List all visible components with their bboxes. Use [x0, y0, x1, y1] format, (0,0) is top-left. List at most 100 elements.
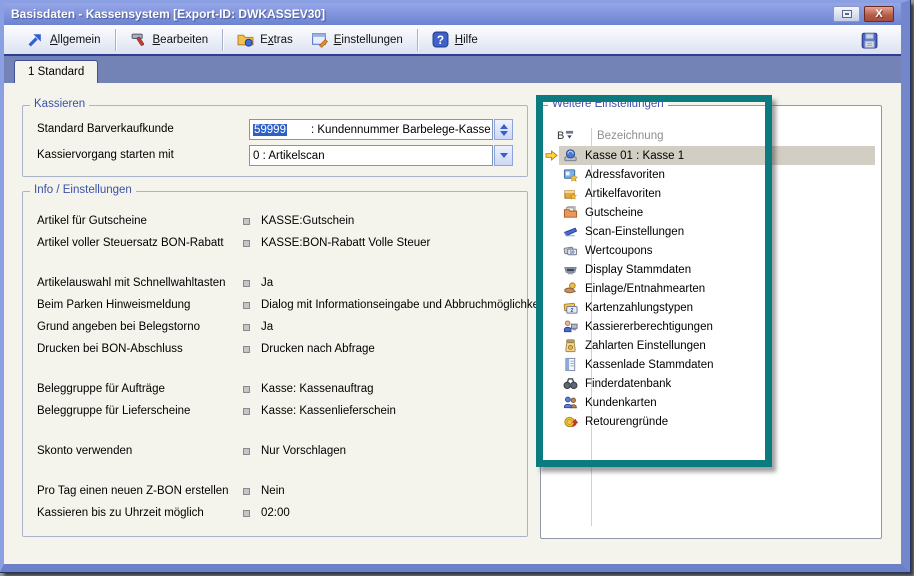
- list-item-body: Retourengründe: [559, 412, 875, 431]
- list-item-label: Kassiererberechtigungen: [585, 321, 713, 333]
- list-item-label: Gutscheine: [585, 207, 643, 219]
- info-row: Skonto verwendenNur Vorschlagen: [37, 440, 519, 462]
- folder-icon: [237, 31, 254, 48]
- hammer-icon: [130, 31, 147, 48]
- list-item-wertcoupons[interactable]: 10 Wertcoupons: [543, 241, 875, 260]
- kassenlade-icon: [561, 357, 579, 372]
- info-row-label: Drucken bei BON-Abschluss: [37, 343, 243, 355]
- kasse-icon: [561, 148, 579, 163]
- info-row: Artikel voller Steuersatz BON-Rabatt KASS…: [37, 232, 519, 254]
- sort-icon: [565, 130, 574, 142]
- svg-text:10: 10: [569, 250, 574, 255]
- minimize-button[interactable]: [833, 6, 860, 22]
- toolbar-button-label: Hilfe: [455, 34, 478, 46]
- info-row-label: Pro Tag einen neuen Z-BON erstellen: [37, 485, 243, 497]
- barverkaufkunde-input[interactable]: 59999 : Kundennummer Barbelege-Kasse A: [249, 119, 493, 140]
- bullet-icon: [243, 240, 250, 247]
- retouren-icon: [561, 414, 579, 429]
- list-item-label: Adressfavoriten: [585, 169, 665, 181]
- list-item-label: Scan-Einstellungen: [585, 226, 684, 238]
- toolbar-button-bearbeiten[interactable]: Bearbeiten: [121, 28, 218, 51]
- list-item-body: 2Kartenzahlungstypen: [559, 298, 875, 317]
- info-row: Artikel für GutscheineKASSE:Gutschein: [37, 210, 519, 232]
- info-rows: Artikel für GutscheineKASSE:GutscheinArt…: [37, 210, 519, 524]
- list-item-label: Kasse 01 : Kasse 1: [585, 150, 684, 162]
- list-item-zahlarten-einstellungen[interactable]: Zahlarten Einstellungen: [543, 336, 875, 355]
- chevron-down-icon: [500, 153, 508, 158]
- bullet-icon: [243, 346, 250, 353]
- info-row-label: Artikel voller Steuersatz BON-Rabatt: [37, 237, 243, 249]
- kassiervorgang-select[interactable]: 0 : Artikelscan: [249, 145, 493, 166]
- group-info-title: Info / Einstellungen: [30, 184, 136, 196]
- list-item-body: Einlage/Entnahmearten: [559, 279, 875, 298]
- finder-icon: [561, 376, 579, 391]
- info-row-value: Ja: [261, 321, 273, 333]
- info-row: Beleggruppe für LieferscheineKasse: Kass…: [37, 400, 519, 422]
- info-row-label: Artikel für Gutscheine: [37, 215, 243, 227]
- save-button[interactable]: [860, 31, 878, 49]
- info-row-value: Nein: [261, 485, 285, 497]
- info-row-label: Beleggruppe für Aufträge: [37, 383, 243, 395]
- list-item-einlage-entnahmearten[interactable]: Einlage/Entnahmearten: [543, 279, 875, 298]
- quantity-stepper[interactable]: [494, 119, 513, 140]
- close-button[interactable]: X: [864, 6, 894, 22]
- info-row-label: Beim Parken Hinweismeldung: [37, 299, 243, 311]
- list-item-scan-einstellungen[interactable]: Scan-Einstellungen: [543, 222, 875, 241]
- bullet-icon: [243, 302, 250, 309]
- toolbar-button-label: Extras: [260, 34, 293, 46]
- info-row-value: Kasse: Kassenauftrag: [261, 383, 374, 395]
- scan-icon: [561, 224, 579, 239]
- icon-column-label: B: [557, 130, 564, 142]
- list-item-kundenkarten[interactable]: Kundenkarten: [543, 393, 875, 412]
- kundenkarten-icon: [561, 395, 579, 410]
- current-row-arrow-icon: [543, 150, 559, 161]
- list-item-kasse-01-kasse-1[interactable]: Kasse 01 : Kasse 1: [543, 146, 875, 165]
- list-item-label: Wertcoupons: [585, 245, 653, 257]
- column-header-icon[interactable]: B: [557, 130, 587, 142]
- list-item-gutscheine[interactable]: Gutscheine: [543, 203, 875, 222]
- gutscheine-icon: [561, 205, 579, 220]
- list-item-kassenlade-stammdaten[interactable]: Kassenlade Stammdaten: [543, 355, 875, 374]
- list-item-kartenzahlungstypen[interactable]: 2Kartenzahlungstypen: [543, 298, 875, 317]
- info-row: Kassieren bis zu Uhrzeit möglich02:00: [37, 502, 519, 524]
- list-item-body: Display Stammdaten: [559, 260, 875, 279]
- toolbar-button-hilfe[interactable]: ?Hilfe: [423, 28, 487, 51]
- bullet-icon: [243, 510, 250, 517]
- list-item-label: Finderdatenbank: [585, 378, 671, 390]
- toolbar-button-einstellungen[interactable]: Einstellungen: [302, 28, 412, 51]
- kassierer-icon: [561, 319, 579, 334]
- info-row: Artikelauswahl mit SchnellwahltastenJa: [37, 272, 519, 294]
- column-header-bezeichnung[interactable]: Bezeichnung: [597, 130, 664, 142]
- bullet-icon: [243, 218, 250, 225]
- bullet-icon: [243, 408, 250, 415]
- list-item-artikelfavoriten[interactable]: Artikelfavoriten: [543, 184, 875, 203]
- info-row: Pro Tag einen neuen Z-BON erstellen Nein: [37, 480, 519, 502]
- field-label-barverkaufkunde: Standard Barverkaufkunde: [37, 123, 174, 135]
- title-bar: Basisdaten - Kassensystem [Export-ID: DW…: [4, 3, 901, 25]
- list-item-display-stammdaten[interactable]: Display Stammdaten: [543, 260, 875, 279]
- list-item-body: Kundenkarten: [559, 393, 875, 412]
- list-item-body: Zahlarten Einstellungen: [559, 336, 875, 355]
- input-suffix-text: : Kundennummer Barbelege-Kasse A: [311, 124, 493, 136]
- info-row-value: Dialog mit Informationseingabe und Abbru…: [261, 299, 545, 311]
- kassiervorgang-field: 0 : Artikelscan: [249, 145, 513, 166]
- dropdown-button[interactable]: [494, 145, 513, 166]
- toolbar-button-extras[interactable]: Extras: [228, 28, 302, 51]
- list-item-finderdatenbank[interactable]: Finderdatenbank: [543, 374, 875, 393]
- adressfavoriten-icon: [561, 167, 579, 182]
- select-value: 0 : Artikelscan: [253, 150, 325, 162]
- list-item-retourengründe[interactable]: Retourengründe: [543, 412, 875, 431]
- toolbar-button-allgemein[interactable]: Allgemein: [18, 28, 110, 51]
- svg-text:2: 2: [570, 308, 573, 314]
- list-item-body: Scan-Einstellungen: [559, 222, 875, 241]
- list-item-label: Kassenlade Stammdaten: [585, 359, 714, 371]
- wertcoupons-icon: 10: [561, 243, 579, 258]
- info-row-value: KASSE:BON-Rabatt Volle Steuer: [261, 237, 430, 249]
- list-item-label: Kundenkarten: [585, 397, 657, 409]
- list-item-label: Artikelfavoriten: [585, 188, 661, 200]
- tab-standard[interactable]: 1 Standard: [14, 60, 98, 84]
- list-item-body: Kassenlade Stammdaten: [559, 355, 875, 374]
- list-item-adressfavoriten[interactable]: Adressfavoriten: [543, 165, 875, 184]
- info-row-label: Artikelauswahl mit Schnellwahltasten: [37, 277, 243, 289]
- list-item-kassiererberechtigungen[interactable]: Kassiererberechtigungen: [543, 317, 875, 336]
